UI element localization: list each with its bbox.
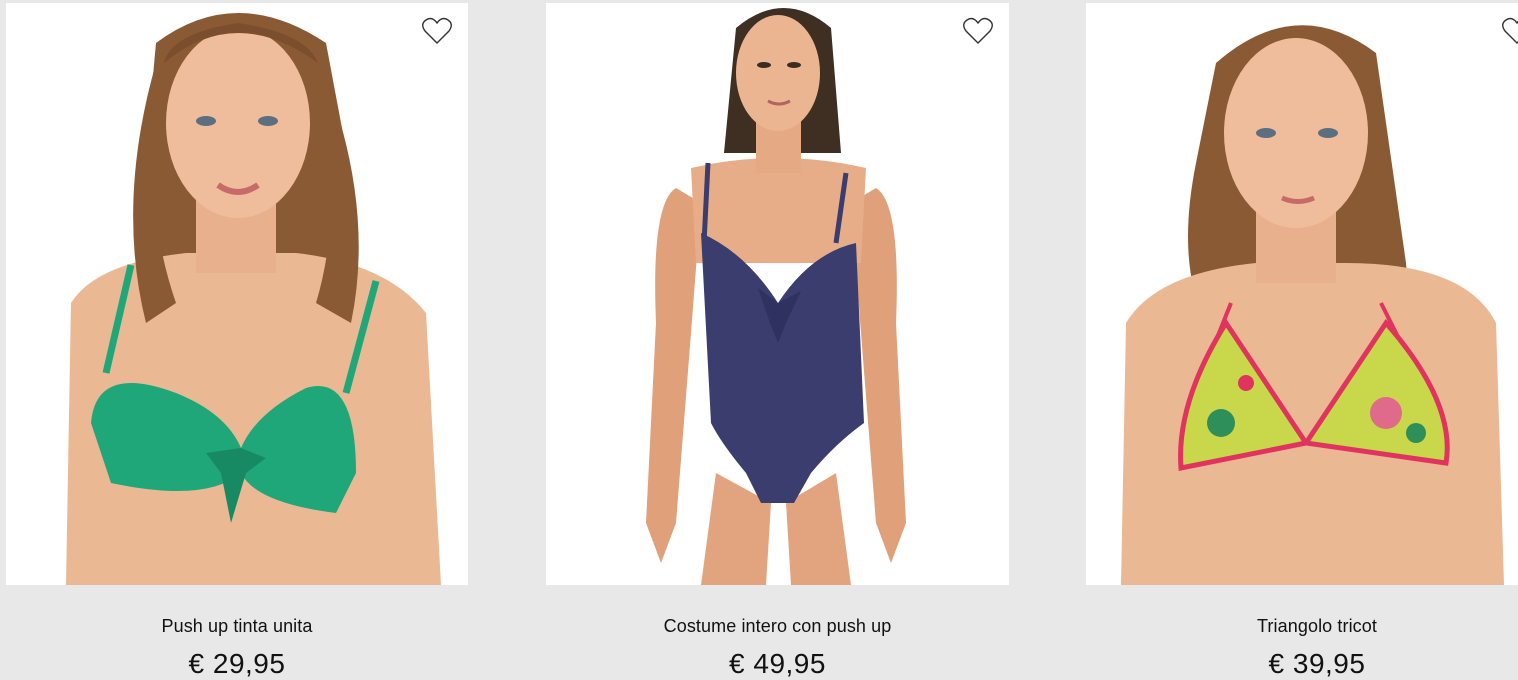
heart-icon[interactable] bbox=[1502, 17, 1518, 45]
product-image[interactable] bbox=[546, 3, 1009, 585]
product-price: € 49,95 bbox=[729, 648, 826, 679]
product-name[interactable]: Costume intero con push up bbox=[546, 616, 1009, 637]
product-card[interactable]: Push up tinta unita € 29,95 bbox=[6, 0, 468, 679]
heart-icon[interactable] bbox=[963, 17, 993, 45]
product-name[interactable]: Triangolo tricot bbox=[1086, 616, 1518, 637]
product-image[interactable] bbox=[1086, 3, 1518, 585]
product-price: € 39,95 bbox=[1268, 648, 1366, 679]
product-name[interactable]: Push up tinta unita bbox=[6, 616, 468, 637]
product-price: € 29,95 bbox=[188, 648, 286, 679]
product-card[interactable]: Triangolo tricot € 39,95 bbox=[1086, 0, 1518, 679]
product-image[interactable] bbox=[6, 3, 468, 585]
product-grid: Push up tinta unita € 29,95 Costume inte… bbox=[0, 0, 1518, 679]
heart-icon[interactable] bbox=[422, 17, 452, 45]
product-card[interactable]: Costume intero con push up € 49,95 bbox=[546, 0, 1009, 679]
